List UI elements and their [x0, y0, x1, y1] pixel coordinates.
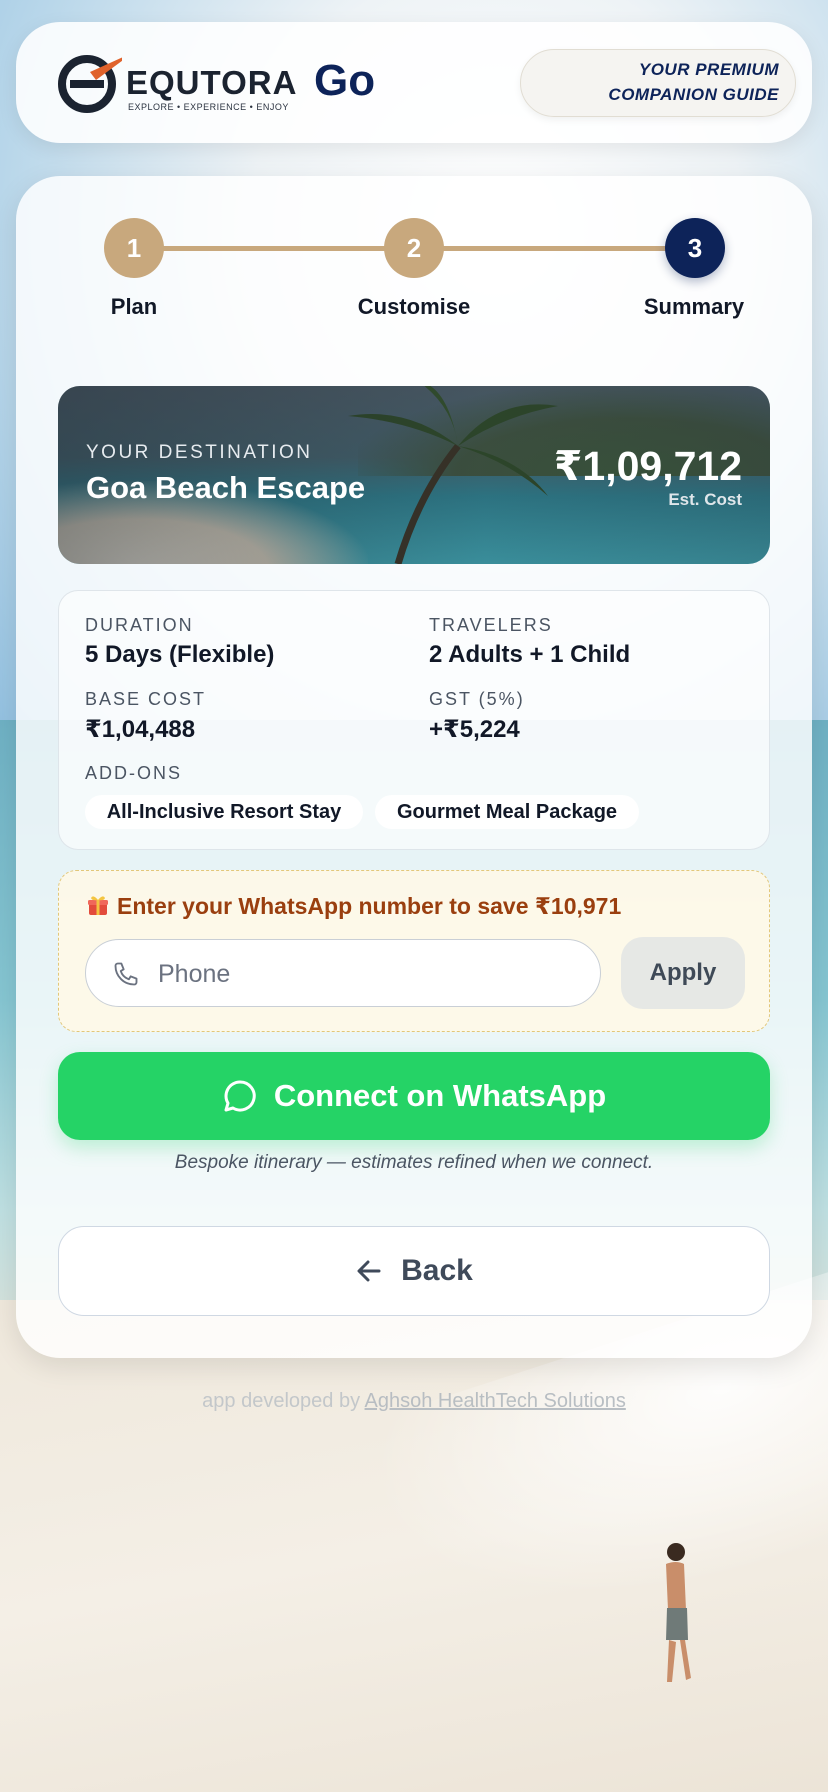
phone-input[interactable] — [156, 952, 580, 996]
premium-badge-line2: COMPANION GUIDE — [608, 85, 779, 104]
gst-value: +₹5,224 — [429, 716, 520, 743]
whatsapp-discount-box: Enter your WhatsApp number to save ₹10,9… — [58, 870, 770, 1032]
phone-icon — [114, 962, 138, 986]
developer-link[interactable]: Aghsoh HealthTech Solutions — [365, 1390, 626, 1412]
summary-card: 1 2 3 Plan Customise Summary YOUR DESTIN… — [16, 176, 812, 1358]
premium-companion-badge: YOUR PREMIUM COMPANION GUIDE — [520, 49, 796, 117]
addons-label: ADD-ONS — [85, 763, 183, 783]
itinerary-note: Bespoke itinerary — estimates refined wh… — [174, 1152, 654, 1173]
step-2-circle[interactable]: 2 — [384, 218, 444, 278]
person-walking-figure — [666, 1543, 691, 1682]
addon-chip: Gourmet Meal Package — [375, 795, 639, 829]
equtora-logo[interactable]: EQUTORA EXPLORE • EXPERIENCE • ENJOY — [56, 50, 306, 116]
connect-whatsapp-button[interactable]: Connect on WhatsApp — [58, 1052, 770, 1140]
base-cost-label: BASE COST — [85, 689, 207, 709]
step-1-label: Plan — [110, 294, 158, 319]
app-name: Go — [314, 56, 376, 105]
logo-tagline: EXPLORE • EXPERIENCE • ENJOY — [128, 102, 289, 112]
addon-chip: All-Inclusive Resort Stay — [85, 795, 363, 829]
estimated-cost-note: Est. Cost — [668, 490, 742, 509]
destination-kicker: YOUR DESTINATION — [86, 442, 313, 463]
developer-credit-prefix: app developed by — [202, 1390, 365, 1412]
destination-name: Goa Beach Escape — [86, 470, 366, 505]
estimated-price: ₹1,09,712 — [553, 443, 742, 489]
base-cost-value: ₹1,04,488 — [85, 716, 196, 743]
app-header: EQUTORA EXPLORE • EXPERIENCE • ENJOY Go … — [16, 22, 812, 143]
duration-value: 5 Days (Flexible) — [85, 641, 275, 668]
discount-prompt: Enter your WhatsApp number to save ₹10,9… — [87, 893, 621, 920]
logo-wordmark: EQUTORA — [126, 64, 298, 101]
equtora-logo-mark-icon — [58, 55, 122, 113]
step-3-label: Summary — [643, 294, 745, 319]
back-button[interactable]: Back — [58, 1226, 770, 1316]
stepper-connector-2 — [442, 246, 694, 251]
connect-whatsapp-label: Connect on WhatsApp — [273, 1078, 607, 1113]
travelers-value: 2 Adults + 1 Child — [429, 641, 631, 668]
duration-label: DURATION — [85, 615, 194, 635]
apply-button[interactable]: Apply — [621, 937, 745, 1009]
gst-label: GST (5%) — [429, 689, 525, 709]
stepper-connector-1 — [162, 246, 414, 251]
developer-credit: app developed by Aghsoh HealthTech Solut… — [0, 1390, 828, 1413]
step-1-circle[interactable]: 1 — [104, 218, 164, 278]
back-label: Back — [401, 1254, 473, 1287]
destination-banner: YOUR DESTINATION Goa Beach Escape ₹1,09,… — [58, 386, 770, 564]
discount-prompt-text: Enter your WhatsApp number to save ₹10,9… — [117, 893, 622, 919]
step-2-label: Customise — [357, 294, 471, 319]
phone-field[interactable] — [85, 939, 601, 1007]
arrow-left-icon — [357, 1260, 381, 1282]
trip-details-panel: DURATION 5 Days (Flexible) TRAVELERS 2 A… — [58, 590, 770, 850]
travelers-label: TRAVELERS — [429, 615, 553, 635]
gift-icon — [88, 896, 108, 915]
chat-bubble-icon — [224, 1080, 256, 1112]
step-3-circle[interactable]: 3 — [665, 218, 725, 278]
premium-badge-line1: YOUR PREMIUM — [638, 60, 779, 79]
